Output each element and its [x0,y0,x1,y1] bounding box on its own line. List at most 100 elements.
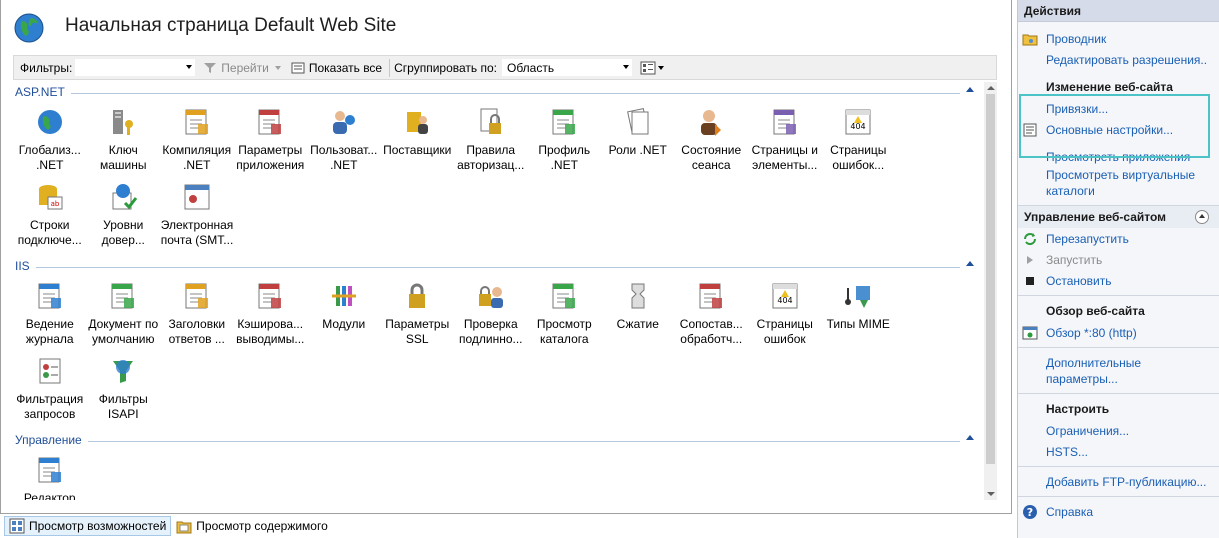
tab-content-view[interactable]: Просмотр содержимого [171,516,332,536]
feature-item[interactable]: Сжатие [601,275,675,350]
feature-grid: Ведение журнала Документ по умолчанию Заголо… [13,275,933,425]
filter-input[interactable] [74,58,197,77]
view-mode-button[interactable] [637,57,667,78]
browse-80-link[interactable]: Обзор *:80 (http) [1018,322,1219,343]
actions-title: Действия [1018,0,1219,22]
hsts-link[interactable]: HSTS... [1018,441,1219,462]
group-aspnet: ASP.NET Глобализ... .NET Ключ машины Компиля… [13,85,984,251]
modules-icon [331,286,356,306]
feature-item[interactable]: Компиляция .NET [160,101,234,176]
collapse-icon[interactable] [966,261,974,266]
funnel-icon [204,62,217,73]
group-by-select[interactable]: Область [500,58,633,77]
feature-item[interactable]: Заголовки ответов ... [160,275,234,350]
feature-label-line2: ошибок... [832,158,885,172]
group-header[interactable]: IIS [13,259,984,275]
feature-label: Редактор [23,491,76,500]
handler-mappings-icon [699,283,723,309]
feature-label-line2: подключе... [17,233,82,247]
feature-item[interactable]: Фильтрация запросов [13,350,87,425]
feature-item[interactable]: Параметры приложения [234,101,308,176]
session-icon [701,110,722,136]
providers-icon [407,112,429,134]
chevron-down-icon [186,65,193,69]
feature-item[interactable]: Уровни довер... [87,176,161,251]
tab-features-view[interactable]: Просмотр возможностей [4,516,172,536]
feature-item[interactable]: Глобализ... .NET [13,101,87,176]
actions-pane: Действия Проводник Редактировать разреше… [1017,0,1219,538]
feature-item[interactable]: Ключ машины [87,101,161,176]
feature-item[interactable]: Кэширова... выводимы... [234,275,308,350]
feature-item[interactable]: Типы MIME [822,275,896,350]
feature-item[interactable]: Документ по умолчанию [87,275,161,350]
edit-permissions-link[interactable]: Редактировать разрешения... [1018,49,1219,70]
feature-label: Параметры [385,317,450,331]
show-all-button[interactable]: Показать все [288,57,385,78]
view-virtual-dirs-link[interactable]: Просмотреть виртуальные каталоги [1018,167,1219,201]
configure-header: Настроить [1046,402,1110,416]
globe-icon [14,13,44,43]
smtp-icon [184,184,210,210]
connection-strings-icon: ab [38,185,63,210]
feature-item[interactable]: Состояние сеанса [675,101,749,176]
feature-label: Состояние [681,143,742,157]
group-header[interactable]: Управление [13,433,984,449]
feature-item[interactable]: Параметры SSL [381,275,455,350]
content-view-icon [176,521,192,534]
feature-label-line2: приложения [236,158,305,172]
feature-item[interactable]: Фильтры ISAPI [87,350,161,425]
stop-link[interactable]: Остановить [1018,270,1219,291]
advanced-settings-link[interactable]: Дополнительные параметры... [1018,352,1219,389]
feature-item[interactable]: Редактор [13,449,87,500]
explore-link[interactable]: Проводник [1018,28,1219,49]
collapse-icon[interactable] [966,87,974,92]
feature-item[interactable]: Поставщики [381,101,455,176]
feature-item[interactable]: 404 Страницы ошибок [748,275,822,350]
users-icon [332,111,355,134]
feature-grid: Глобализ... .NET Ключ машины Компиляция .NET П… [13,101,933,251]
feature-label-line2: сеанса [691,158,731,172]
scroll-thumb[interactable] [986,94,995,464]
feature-label: Поставщики [383,143,452,157]
manage-site-header: Управление веб-сайтом [1018,205,1219,228]
collapse-icon[interactable] [1195,210,1209,224]
feature-item[interactable]: Роли .NET [601,101,675,176]
toolbar-separator [389,58,391,77]
feature-item[interactable]: 404 Страницы ошибок... [822,101,896,176]
feature-item[interactable]: Просмотр каталога [528,275,602,350]
chevron-down-icon [274,65,281,70]
scroll-down-icon[interactable] [987,492,995,496]
feature-item[interactable]: Страницы и элементы... [748,101,822,176]
feature-item[interactable]: Правила авторизац... [454,101,528,176]
add-ftp-link[interactable]: Добавить FTP-публикацию... [1018,471,1219,492]
feature-label: Страницы и [751,143,818,157]
compilation-icon [185,109,208,135]
collapse-icon[interactable] [966,435,974,440]
restart-link[interactable]: Перезапустить [1018,228,1219,249]
feature-item[interactable]: ab Строки подключе... [13,176,87,251]
feature-item[interactable]: Профиль .NET [528,101,602,176]
browse-icon [1022,326,1038,340]
ssl-icon [409,283,426,308]
feature-label-line2: подлинно... [458,332,523,346]
start-link[interactable]: Запустить [1018,249,1219,270]
feature-item[interactable]: Модули [307,275,381,350]
feature-item[interactable]: Проверка подлинно... [454,275,528,350]
scroll-up-icon[interactable] [987,86,995,90]
vertical-scrollbar[interactable] [984,82,997,500]
help-icon: ? [1023,505,1037,519]
pages-controls-icon [773,109,796,135]
feature-item[interactable]: Электронная почта (SMT... [160,176,234,251]
feature-item[interactable]: Сопостав... обработч... [675,275,749,350]
feature-item[interactable]: Ведение журнала [13,275,87,350]
group-header[interactable]: ASP.NET [13,85,984,101]
help-link[interactable]: ? Справка [1018,501,1219,522]
feature-label: Роли .NET [608,143,667,157]
feature-item[interactable]: Пользоват... .NET [307,101,381,176]
output-caching-icon [258,283,282,309]
config-editor-icon [38,457,61,483]
feature-label-line2: довер... [101,233,145,247]
feature-label-line2: .NET [550,158,578,172]
limits-link[interactable]: Ограничения... [1018,420,1219,441]
go-button[interactable]: Перейти [200,57,284,78]
